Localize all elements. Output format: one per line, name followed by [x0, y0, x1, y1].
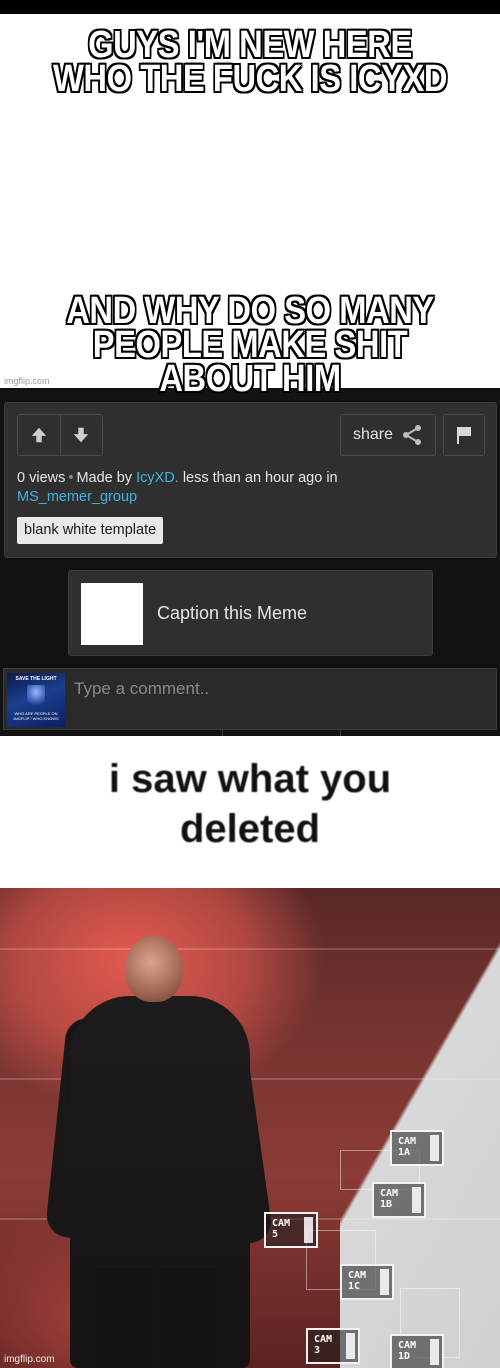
flag-button[interactable] — [443, 414, 485, 456]
figure-leg-left — [96, 1268, 152, 1368]
upvote-arrow-icon — [31, 427, 47, 443]
avatar-top-text: SAVE THE LIGHT — [15, 676, 57, 682]
top-meme-line-3: AND WHY DO SO MANY — [66, 290, 434, 332]
cam-5-label: CAM 5 — [264, 1212, 318, 1248]
upvote-button[interactable] — [18, 415, 60, 455]
figure-leg-right — [160, 1268, 216, 1368]
caption-label: Caption this Meme — [157, 603, 308, 623]
template-thumbnail — [81, 583, 143, 645]
vote-buttons — [17, 414, 103, 456]
bottom-meme-image: i saw what you deleted CAM 1A CAM 1B CAM… — [0, 736, 500, 1368]
bottom-meme-caption: i saw what you deleted — [0, 754, 500, 854]
downvote-arrow-icon — [74, 427, 89, 443]
view-count: 0 views — [17, 470, 66, 486]
top-black-strip — [0, 0, 500, 14]
comment-box[interactable]: SAVE THE LIGHT WHO ARE PEOPLE ON IMGFLIP… — [3, 668, 497, 730]
figure-head — [125, 936, 183, 1002]
scanline — [0, 948, 500, 950]
share-label: share — [352, 426, 394, 443]
avatar-bottom-text: WHO ARE PEOPLE ON IMGFLIP? WHO KNOWS — [13, 711, 59, 721]
meta-dot: • — [68, 470, 74, 486]
made-by-label: Made by — [76, 470, 133, 486]
cam-1b-label: CAM 1B — [372, 1182, 426, 1218]
share-button[interactable]: share — [340, 414, 436, 456]
avatar-figure — [27, 685, 45, 709]
flag-icon — [457, 427, 471, 444]
template-tag[interactable]: blank white template — [17, 517, 164, 544]
comment-input[interactable]: Type a comment.. — [74, 679, 209, 699]
cam-1a-label: CAM 1A — [390, 1130, 444, 1166]
stream-link[interactable]: MS_memer_group — [17, 489, 137, 505]
bottom-meme-line-2: deleted — [179, 807, 321, 851]
top-meme-line-1: GUYS I'M NEW HERE — [88, 24, 412, 66]
top-meme-caption-top: GUYS I'M NEW HERE WHO THE FUCK IS ICYXD — [35, 24, 465, 100]
cam-3-label: CAM 3 — [306, 1328, 360, 1364]
bottom-meme-line-1: i saw what you — [108, 757, 392, 801]
security-camera-photo: CAM 1A CAM 1B CAM 5 CAM 1C CAM 3 CAM 1D — [0, 888, 500, 1368]
meme-info-panel: share 0 views • Made by IcyXD. less than a… — [4, 402, 497, 558]
top-meme-caption-bottom: AND WHY DO SO MANY PEOPLE MAKE SHIT ABOU… — [35, 290, 465, 400]
top-meme-line-4: PEOPLE MAKE SHIT ABOUT HIM — [92, 324, 408, 400]
top-meme-line-2: WHO THE FUCK IS ICYXD — [52, 58, 448, 100]
imgflip-watermark-bottom: imgflip.com — [4, 1354, 55, 1365]
cam-1c-label: CAM 1C — [340, 1264, 394, 1300]
caption-this-meme-button[interactable]: Caption this Meme — [68, 570, 433, 656]
user-avatar: SAVE THE LIGHT WHO ARE PEOPLE ON IMGFLIP… — [7, 673, 65, 727]
meme-meta: 0 views • Made by IcyXD. less than an hour… — [17, 469, 487, 507]
author-link[interactable]: IcyXD. — [136, 470, 179, 486]
share-icon — [403, 425, 422, 445]
top-meme-image: GUYS I'M NEW HERE WHO THE FUCK IS ICYXD … — [0, 0, 500, 398]
downvote-button[interactable] — [59, 415, 102, 455]
imgflip-watermark: imgflip.com — [4, 376, 50, 386]
cam-1d-label: CAM 1D — [390, 1334, 444, 1368]
post-time: less than an hour ago in — [182, 470, 338, 486]
